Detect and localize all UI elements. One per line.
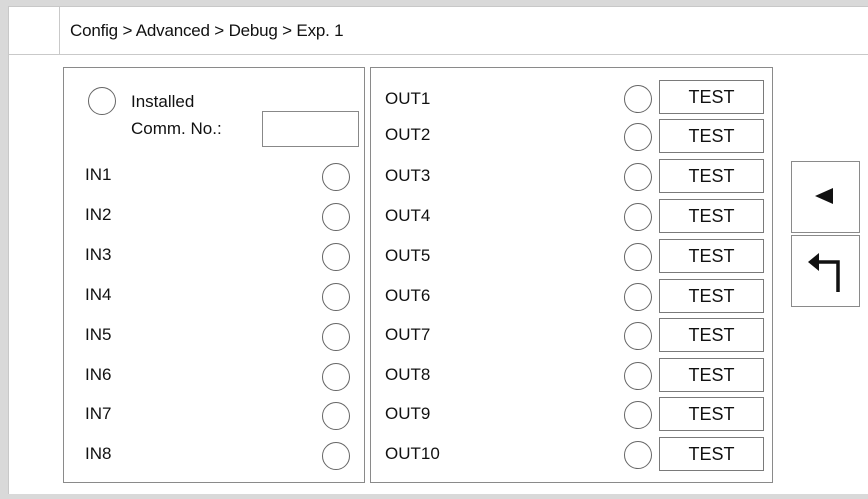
input-label-in3: IN3 xyxy=(85,245,112,264)
input-indicator-in3 xyxy=(322,243,350,271)
output-label-out7: OUT7 xyxy=(385,325,431,344)
output-indicator-out6 xyxy=(624,283,652,311)
input-label-in8: IN8 xyxy=(85,444,112,463)
test-button-out3[interactable]: TEST xyxy=(659,159,764,193)
output-label-out6: OUT6 xyxy=(385,286,431,305)
output-indicator-out5 xyxy=(624,243,652,271)
test-button-out4[interactable]: TEST xyxy=(659,199,764,233)
input-label-in5: IN5 xyxy=(85,325,112,344)
input-label-in1: IN1 xyxy=(85,165,112,184)
return-arrow-icon xyxy=(808,253,840,292)
input-label-in2: IN2 xyxy=(85,205,112,224)
output-indicator-out2 xyxy=(624,123,652,151)
installed-indicator xyxy=(88,87,116,115)
output-label-out1: OUT1 xyxy=(385,89,431,108)
output-label-out9: OUT9 xyxy=(385,404,431,423)
input-indicator-in6 xyxy=(322,363,350,391)
test-button-out1[interactable]: TEST xyxy=(659,80,764,114)
output-label-out5: OUT5 xyxy=(385,246,431,265)
input-indicator-in2 xyxy=(322,203,350,231)
test-button-out8[interactable]: TEST xyxy=(659,358,764,392)
output-label-out2: OUT2 xyxy=(385,125,431,144)
installed-label: Installed xyxy=(131,92,195,111)
left-triangle-icon xyxy=(815,188,833,204)
previous-button[interactable] xyxy=(791,161,860,233)
test-button-out9[interactable]: TEST xyxy=(659,397,764,431)
header-left-cell xyxy=(9,7,60,55)
input-indicator-in8 xyxy=(322,442,350,470)
output-indicator-out1 xyxy=(624,85,652,113)
breadcrumb: Config > Advanced > Debug > Exp. 1 xyxy=(70,21,344,40)
output-indicator-out7 xyxy=(624,322,652,350)
output-indicator-out10 xyxy=(624,441,652,469)
input-indicator-in1 xyxy=(322,163,350,191)
output-indicator-out3 xyxy=(624,163,652,191)
input-indicator-in7 xyxy=(322,402,350,430)
output-label-out4: OUT4 xyxy=(385,206,431,225)
output-label-out10: OUT10 xyxy=(385,444,440,463)
output-label-out8: OUT8 xyxy=(385,365,431,384)
output-indicator-out4 xyxy=(624,203,652,231)
test-button-out2[interactable]: TEST xyxy=(659,119,764,153)
output-indicator-out8 xyxy=(624,362,652,390)
comm-no-label: Comm. No.: xyxy=(131,119,222,138)
test-button-out7[interactable]: TEST xyxy=(659,318,764,352)
inputs-panel: Installed Comm. No.: IN1 IN2 IN3 IN4 IN5… xyxy=(63,67,365,483)
input-label-in4: IN4 xyxy=(85,285,112,304)
test-button-out5[interactable]: TEST xyxy=(659,239,764,273)
test-button-out10[interactable]: TEST xyxy=(659,437,764,471)
outputs-panel: OUT1 TEST OUT2 TEST OUT3 TEST OUT4 TEST … xyxy=(370,67,773,483)
debug-screen: Config > Advanced > Debug > Exp. 1 Insta… xyxy=(8,6,868,494)
return-button[interactable] xyxy=(791,235,860,307)
input-indicator-in5 xyxy=(322,323,350,351)
header-bar: Config > Advanced > Debug > Exp. 1 xyxy=(9,7,868,55)
comm-no-field[interactable] xyxy=(262,111,359,147)
input-indicator-in4 xyxy=(322,283,350,311)
output-label-out3: OUT3 xyxy=(385,166,431,185)
test-button-out6[interactable]: TEST xyxy=(659,279,764,313)
input-label-in7: IN7 xyxy=(85,404,112,423)
output-indicator-out9 xyxy=(624,401,652,429)
input-label-in6: IN6 xyxy=(85,365,112,384)
